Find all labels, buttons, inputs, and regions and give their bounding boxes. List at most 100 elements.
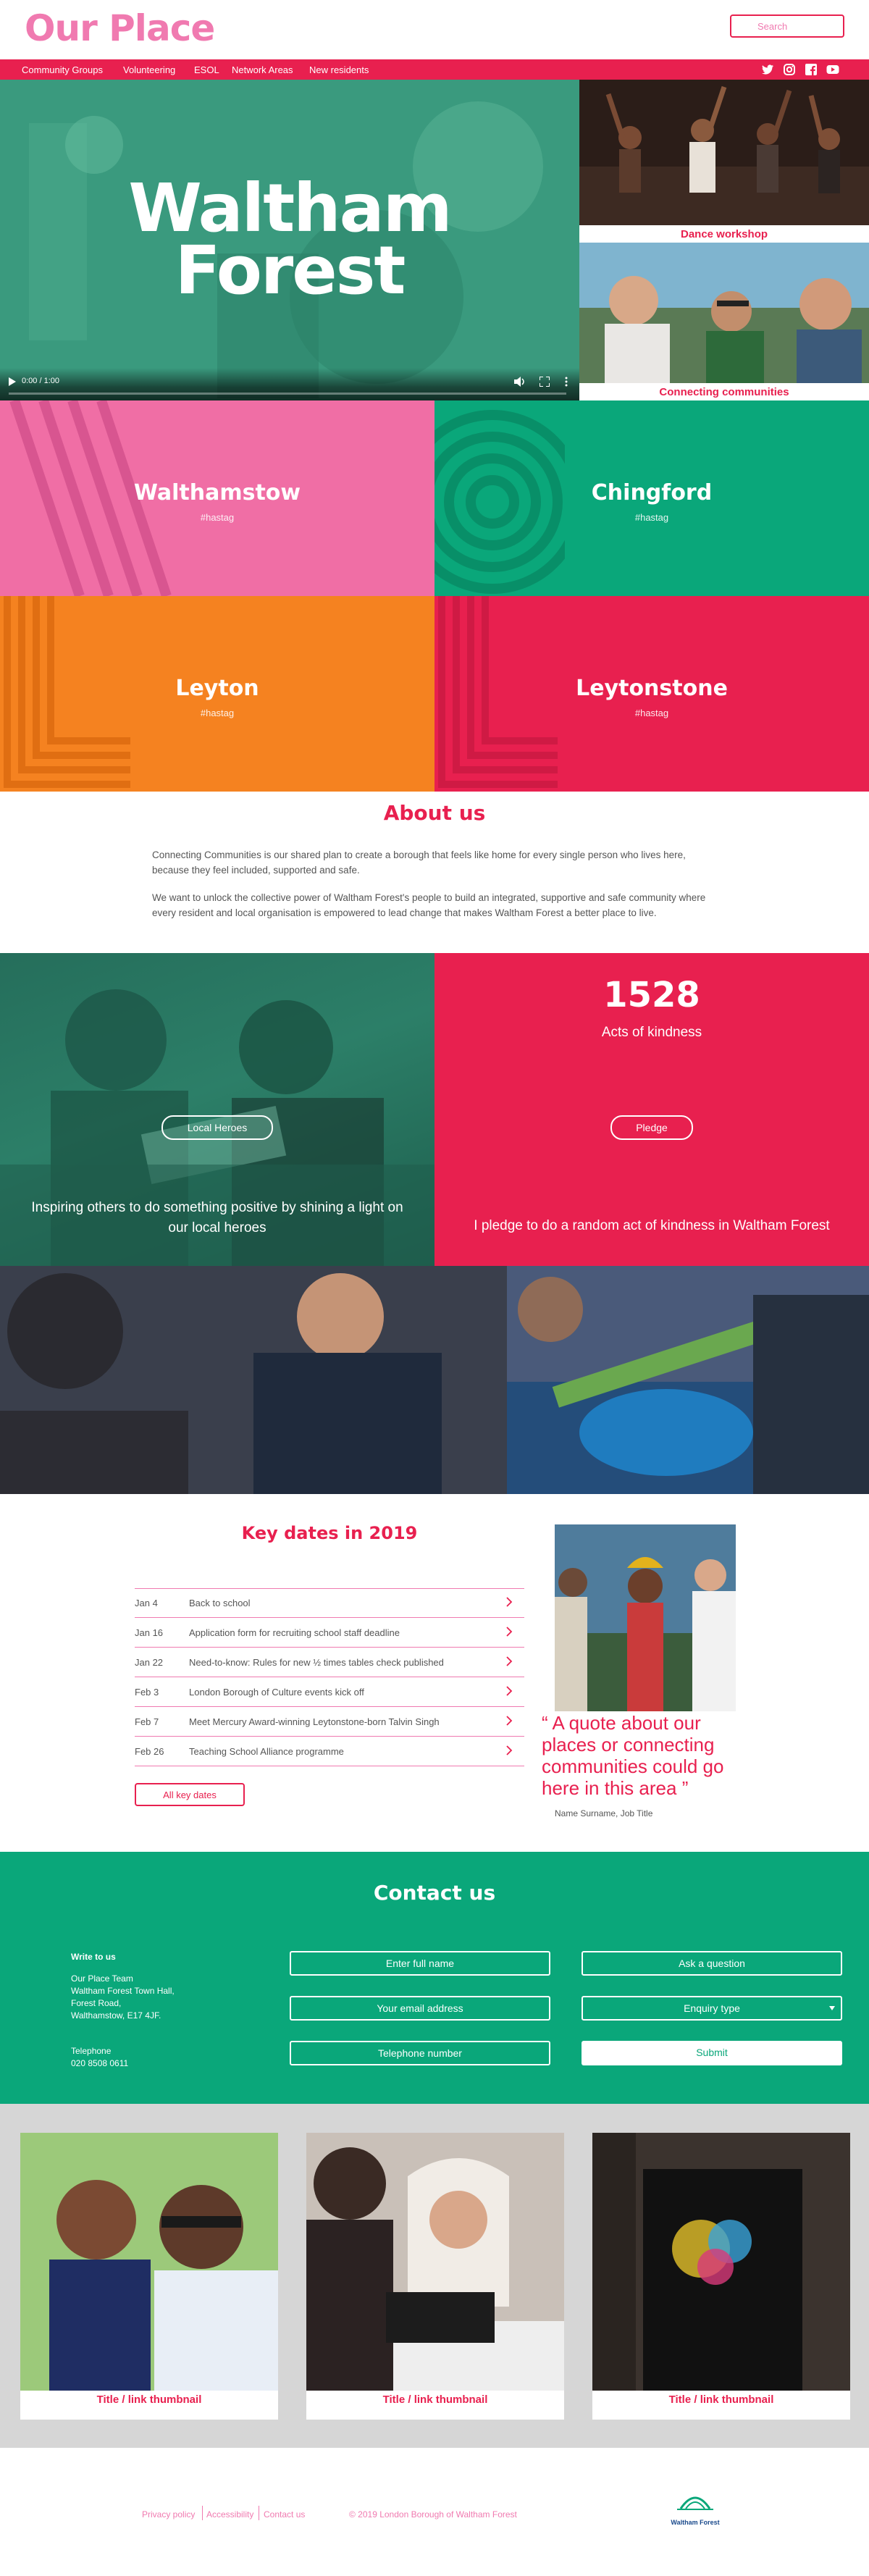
video-progress-track[interactable] — [9, 393, 566, 395]
nav-item-new-residents[interactable]: New residents — [309, 64, 369, 75]
about-paragraph-2: We want to unlock the collective power o… — [152, 892, 706, 918]
key-dates-title: Key dates in 2019 — [241, 1523, 418, 1543]
chevron-right-icon — [506, 1686, 513, 1696]
area-name: Leyton — [175, 676, 259, 701]
thumbnail-card[interactable]: Title / link thumbnail — [592, 2133, 850, 2420]
submit-button[interactable]: Submit — [582, 2041, 842, 2065]
key-date-text: Teaching School Alliance programme — [189, 1746, 344, 1757]
chevron-right-icon — [506, 1597, 513, 1607]
side-card-dance[interactable]: Dance workshop — [579, 80, 869, 243]
nav-item-community-groups[interactable]: Community Groups — [22, 64, 103, 75]
area-chingford[interactable]: Chingford #hastag — [434, 400, 869, 596]
write-to-us-heading: Write to us — [71, 1952, 116, 1962]
telephone-heading: Telephone — [71, 2046, 112, 2056]
thumbnail-image — [20, 2133, 278, 2391]
key-date-date: Jan 16 — [135, 1627, 164, 1638]
key-date-date: Jan 22 — [135, 1657, 164, 1668]
area-name: Leytonstone — [576, 676, 728, 701]
about-title: About us — [383, 801, 486, 825]
key-date-text: Need-to-know: Rules for new ½ times tabl… — [189, 1657, 444, 1668]
key-date-text: Application form for recruiting school s… — [189, 1627, 400, 1638]
local-heroes-panel: Local Heroes Inspiring others to do some… — [0, 953, 434, 1266]
footer-divider — [202, 2506, 203, 2520]
address-line: Forest Road, — [71, 1998, 122, 2008]
thumbnail-caption: Title / link thumbnail — [382, 2394, 488, 2406]
waltham-forest-logo[interactable] — [670, 2490, 721, 2519]
hero-title-line2: Forest — [175, 232, 406, 309]
thumbnail-card[interactable]: Title / link thumbnail — [20, 2133, 278, 2420]
quote-image — [555, 1524, 736, 1711]
enquiry-type-select[interactable]: Enquiry type — [582, 1996, 842, 2021]
telephone-number: 020 8508 0611 — [71, 2058, 129, 2068]
key-date-text: London Borough of Culture events kick of… — [189, 1687, 364, 1698]
hero-title-line1: Waltham — [128, 169, 452, 247]
footer-link-contact[interactable]: Contact us — [264, 2509, 305, 2520]
enquiry-type-label: Enquiry type — [684, 2002, 740, 2014]
quote-open-mark: “ — [542, 1712, 548, 1734]
key-date-row[interactable]: Jan 4 Back to school — [135, 1588, 524, 1618]
waltham-forest-logo-text: Waltham Forest — [671, 2519, 720, 2526]
full-name-field[interactable]: Enter full name — [290, 1951, 550, 1976]
all-key-dates-button[interactable]: All key dates — [135, 1783, 245, 1806]
play-icon[interactable] — [9, 377, 16, 386]
main-nav: Community Groups Volunteering ESOL Netwo… — [0, 59, 869, 80]
pledge-button[interactable]: Pledge — [610, 1115, 693, 1140]
postal-address: Our Place Team Waltham Forest Town Hall,… — [71, 1973, 175, 2022]
area-hashtag: #hastag — [634, 512, 669, 523]
more-options-icon[interactable] — [565, 377, 568, 387]
local-heroes-caption: Inspiring others to do something positiv… — [31, 1200, 403, 1235]
volume-icon[interactable] — [514, 377, 526, 387]
nav-item-network-areas[interactable]: Network Areas — [232, 64, 293, 75]
thumbnail-card[interactable]: Title / link thumbnail — [306, 2133, 564, 2420]
key-date-text: Meet Mercury Award-winning Leytonstone-b… — [189, 1716, 440, 1727]
address-line: Walthamstow, E17 4JF. — [71, 2010, 161, 2021]
area-walthamstow[interactable]: Walthamstow #hastag — [0, 400, 434, 596]
search-input[interactable]: Search — [730, 14, 844, 38]
area-hashtag: #hastag — [200, 708, 235, 718]
key-date-row[interactable]: Jan 16 Application form for recruiting s… — [135, 1618, 524, 1648]
question-field[interactable]: Ask a question — [582, 1951, 842, 1976]
market-image — [0, 1266, 869, 1494]
key-date-date: Feb 26 — [135, 1746, 164, 1757]
footer-link-accessibility[interactable]: Accessibility — [206, 2509, 253, 2520]
chevron-down-icon — [829, 2006, 835, 2010]
chevron-right-icon — [506, 1656, 513, 1666]
key-date-row[interactable]: Jan 22 Need-to-know: Rules for new ½ tim… — [135, 1648, 524, 1677]
site-footer: Privacy policy Accessibility Contact us … — [0, 2448, 869, 2576]
contact-section: Contact us Write to us Our Place Team Wa… — [0, 1852, 869, 2104]
telephone-field[interactable]: Telephone number — [290, 2041, 550, 2065]
copyright: © 2019 London Borough of Waltham Forest — [349, 2509, 517, 2520]
nav-item-volunteering[interactable]: Volunteering — [123, 64, 175, 75]
email-field[interactable]: Your email address — [290, 1996, 550, 2021]
area-name: Chingford — [591, 480, 713, 505]
thumbnail-caption: Title / link thumbnail — [668, 2394, 774, 2406]
site-logo[interactable]: Our Place — [25, 7, 215, 49]
dance-workshop-image — [579, 80, 869, 225]
hero-video[interactable]: Waltham Forest 0:00 / 1:00 — [0, 80, 579, 400]
youtube-icon[interactable] — [826, 62, 840, 77]
quote-author: Name Surname, Job Title — [555, 1808, 653, 1818]
key-date-row[interactable]: Feb 3 London Borough of Culture events k… — [135, 1677, 524, 1707]
quote-close-mark: ” — [681, 1777, 689, 1799]
twitter-icon[interactable] — [760, 62, 775, 77]
area-leytonstone[interactable]: Leytonstone #hastag — [434, 596, 869, 792]
side-card-communities[interactable]: Connecting communities — [579, 243, 869, 400]
area-leyton[interactable]: Leyton #hastag — [0, 596, 434, 792]
local-heroes-button[interactable]: Local Heroes — [161, 1115, 273, 1140]
facebook-icon[interactable] — [804, 62, 818, 77]
chevron-right-icon — [506, 1627, 513, 1637]
connecting-communities-image — [579, 243, 869, 383]
instagram-icon[interactable] — [782, 62, 797, 77]
nav-item-esol[interactable]: ESOL — [194, 64, 219, 75]
address-line: Waltham Forest Town Hall, — [71, 1986, 175, 1996]
kindness-count: 1528 — [603, 975, 700, 1015]
video-controls: 0:00 / 1:00 — [0, 368, 579, 400]
footer-link-privacy[interactable]: Privacy policy — [142, 2509, 195, 2520]
thumbnail-image — [306, 2133, 564, 2391]
key-date-row[interactable]: Feb 7 Meet Mercury Award-winning Leytons… — [135, 1707, 524, 1737]
kindness-label: Acts of kindness — [601, 1025, 702, 1040]
key-date-date: Feb 3 — [135, 1687, 159, 1698]
fullscreen-icon[interactable] — [540, 377, 550, 387]
key-date-row[interactable]: Feb 26 Teaching School Alliance programm… — [135, 1737, 524, 1766]
quote-body: A quote about our places or connecting c… — [542, 1712, 724, 1799]
